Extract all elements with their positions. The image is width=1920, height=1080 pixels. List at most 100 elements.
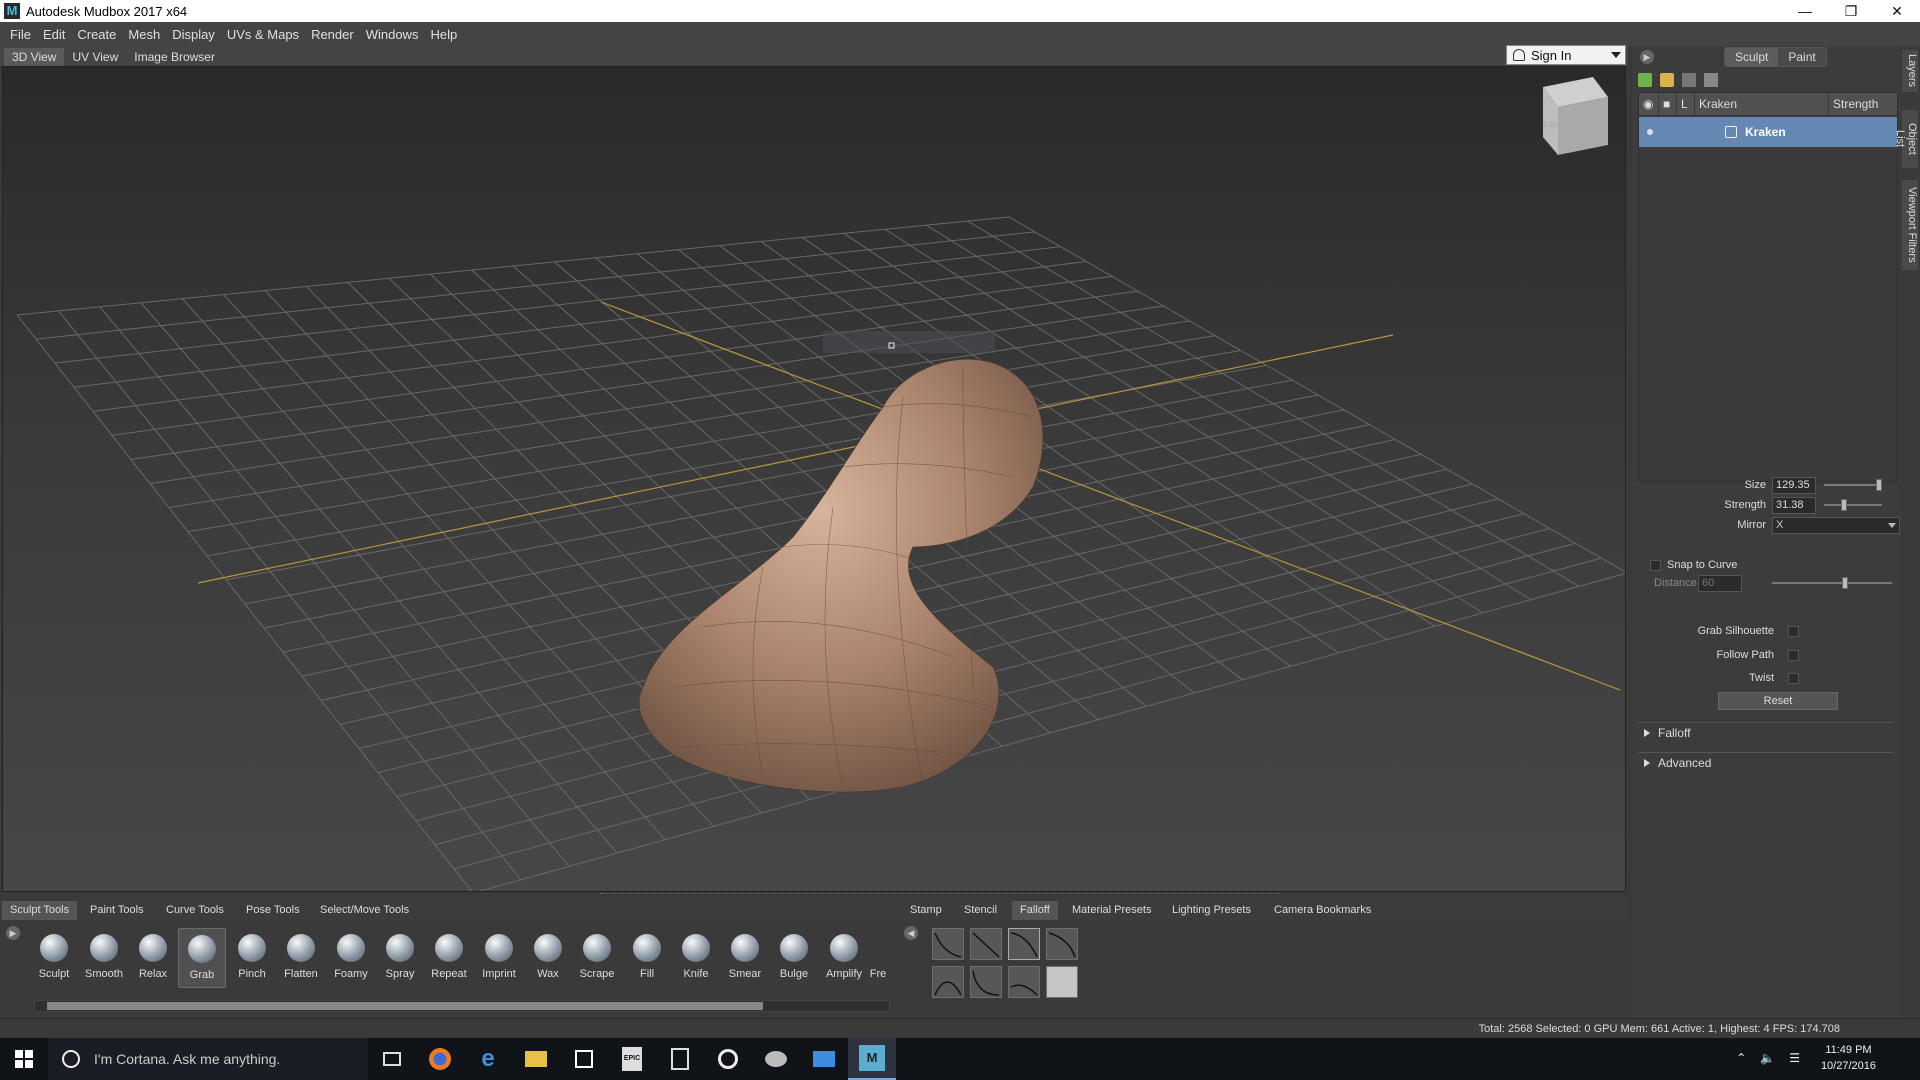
tab-3d-view[interactable]: 3D View	[4, 48, 65, 66]
tool-bulge[interactable]: Bulge	[770, 928, 818, 988]
epic-games-icon[interactable]: EPIC	[608, 1038, 656, 1080]
falloff-swatch-6[interactable]	[970, 966, 1002, 998]
chevron-down-icon[interactable]	[1611, 52, 1621, 58]
cortana-search[interactable]: I'm Cortana. Ask me anything.	[48, 1038, 368, 1080]
volume-icon[interactable]: 🔈	[1760, 1051, 1775, 1065]
tool-wax[interactable]: Wax	[524, 928, 572, 988]
menu-mesh[interactable]: Mesh	[122, 27, 166, 42]
strength-slider[interactable]	[1824, 499, 1882, 511]
tab-layers[interactable]: Layers	[1902, 50, 1918, 92]
tool-repeat[interactable]: Repeat	[425, 928, 473, 988]
visibility-dot-icon[interactable]	[1647, 129, 1653, 135]
menu-uvs-maps[interactable]: UVs & Maps	[221, 27, 305, 42]
tab-image-browser[interactable]: Image Browser	[126, 48, 223, 66]
twist-checkbox[interactable]	[1788, 672, 1799, 684]
app-icon[interactable]	[752, 1038, 800, 1080]
distance-slider[interactable]	[1772, 577, 1892, 589]
strength-slider-thumb[interactable]	[1841, 499, 1848, 511]
falloff-swatch-4[interactable]	[1046, 928, 1078, 960]
tab-paint-tools[interactable]: Paint Tools	[82, 901, 152, 920]
menu-file[interactable]: File	[4, 27, 37, 42]
falloff-swatch-2[interactable]	[970, 928, 1002, 960]
sign-in-button[interactable]: Sign In	[1506, 45, 1626, 65]
falloff-swatch-5[interactable]	[932, 966, 964, 998]
tray-arrow-icon[interactable]: ▶	[6, 926, 20, 940]
distance-field[interactable]: 60	[1698, 574, 1742, 592]
menu-display[interactable]: Display	[166, 27, 221, 42]
delete-icon[interactable]	[1682, 73, 1696, 87]
tab-stencil[interactable]: Stencil	[956, 901, 1005, 920]
tray-splitter[interactable]	[600, 893, 1280, 897]
tool-freeze[interactable]: Fre	[864, 928, 892, 988]
start-button[interactable]	[0, 1038, 48, 1080]
maximize-icon[interactable]: ❐	[1828, 0, 1874, 22]
tool-knife[interactable]: Knife	[672, 928, 720, 988]
tab-sculpt-tools[interactable]: Sculpt Tools	[2, 901, 78, 920]
scrollbar-thumb[interactable]	[47, 1002, 763, 1010]
minimize-icon[interactable]: —	[1782, 0, 1828, 22]
tool-relax[interactable]: Relax	[129, 928, 177, 988]
size-slider[interactable]	[1824, 479, 1883, 491]
falloff-swatch-8[interactable]	[1046, 966, 1078, 998]
tab-falloff[interactable]: Falloff	[1012, 901, 1058, 920]
sculpt-mode-button[interactable]: Sculpt	[1725, 48, 1779, 66]
mirror-select[interactable]: X	[1772, 516, 1900, 534]
tab-uv-view[interactable]: UV View	[64, 48, 126, 66]
menu-edit[interactable]: Edit	[37, 27, 71, 42]
edge-icon[interactable]: e	[464, 1038, 512, 1080]
falloff-section[interactable]: Falloff	[1638, 722, 1894, 742]
snap-to-curve-checkbox[interactable]	[1650, 559, 1661, 571]
lock-icon[interactable]: ■	[1659, 93, 1677, 115]
firefox-icon[interactable]	[416, 1038, 464, 1080]
follow-path-checkbox[interactable]	[1788, 649, 1799, 661]
merge-icon[interactable]	[1704, 73, 1718, 87]
store-icon[interactable]	[560, 1038, 608, 1080]
notification-icon[interactable]: ☰	[1789, 1051, 1800, 1065]
tab-select-move-tools[interactable]: Select/Move Tools	[312, 901, 417, 920]
grab-silhouette-checkbox[interactable]	[1788, 625, 1799, 637]
size-field[interactable]: 129.35	[1772, 476, 1816, 494]
falloff-swatch-1[interactable]	[932, 928, 964, 960]
strength-field[interactable]: 31.38	[1772, 496, 1816, 514]
layer-row-kraken[interactable]: Kraken	[1639, 117, 1897, 147]
clock[interactable]: 11:49 PM 10/27/2016	[1821, 1042, 1876, 1074]
tool-grab[interactable]: Grab	[178, 928, 226, 988]
tab-curve-tools[interactable]: Curve Tools	[158, 901, 232, 920]
eye-icon[interactable]: ◉	[1639, 93, 1659, 115]
tab-object-list[interactable]: Object List	[1894, 110, 1918, 168]
tool-smooth[interactable]: Smooth	[80, 928, 128, 988]
tool-tray-scrollbar[interactable]	[34, 1000, 890, 1012]
3d-viewport[interactable]: FRONT RIGHT	[2, 66, 1626, 892]
tool-sculpt[interactable]: Sculpt	[30, 928, 78, 988]
tool-scrape[interactable]: Scrape	[573, 928, 621, 988]
tool-flatten[interactable]: Flatten	[277, 928, 325, 988]
tool-spray[interactable]: Spray	[376, 928, 424, 988]
chevron-up-icon[interactable]: ⌃	[1736, 1051, 1746, 1065]
task-view-icon[interactable]	[368, 1038, 416, 1080]
tab-material-presets[interactable]: Material Presets	[1064, 901, 1159, 920]
tray-arrow-icon[interactable]: ◀	[904, 926, 918, 940]
size-slider-thumb[interactable]	[1876, 479, 1883, 491]
new-layer-icon[interactable]	[1638, 73, 1652, 87]
remote-desktop-icon[interactable]	[800, 1038, 848, 1080]
tab-camera-bookmarks[interactable]: Camera Bookmarks	[1266, 901, 1379, 920]
tool-smear[interactable]: Smear	[721, 928, 769, 988]
falloff-swatch-7[interactable]	[1008, 966, 1040, 998]
tool-imprint[interactable]: Imprint	[475, 928, 523, 988]
tab-lighting-presets[interactable]: Lighting Presets	[1164, 901, 1259, 920]
mudbox-icon[interactable]: M	[848, 1038, 896, 1080]
unity-icon[interactable]	[704, 1038, 752, 1080]
menu-render[interactable]: Render	[305, 27, 360, 42]
folder-icon[interactable]	[1660, 73, 1674, 87]
file-explorer-icon[interactable]	[512, 1038, 560, 1080]
tab-pose-tools[interactable]: Pose Tools	[238, 901, 308, 920]
reset-button[interactable]: Reset	[1718, 692, 1838, 710]
tab-viewport-filters[interactable]: Viewport Filters	[1902, 180, 1918, 270]
menu-help[interactable]: Help	[424, 27, 463, 42]
advanced-section[interactable]: Advanced	[1638, 752, 1894, 772]
menu-windows[interactable]: Windows	[360, 27, 425, 42]
collapse-arrow-icon[interactable]: ▶	[1640, 50, 1654, 64]
tool-foamy[interactable]: Foamy	[327, 928, 375, 988]
distance-slider-thumb[interactable]	[1842, 577, 1848, 589]
paint-mode-button[interactable]: Paint	[1778, 48, 1826, 66]
